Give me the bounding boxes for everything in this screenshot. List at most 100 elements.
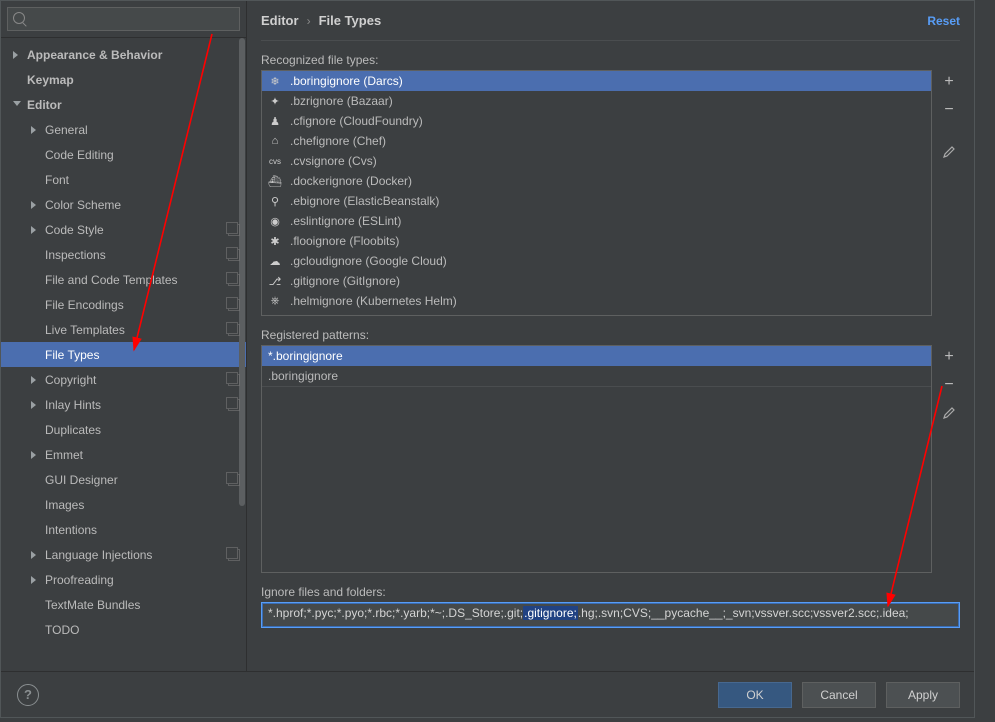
pattern-row[interactable]: *.boringignore [262,346,931,366]
settings-tree[interactable]: Appearance & Behavior Keymap Editor General… [1,38,246,671]
filetype-row[interactable]: ⎇.gitignore (GitIgnore) [262,271,931,291]
project-scope-icon [228,299,240,311]
remove-filetype-button[interactable]: − [939,100,959,120]
ignore-files-input[interactable]: *.hprof;*.pyc;*.pyo;*.rbc;*.yarb;*~;.DS_… [261,602,960,628]
project-scope-icon [228,274,240,286]
settings-sidebar: Appearance & Behavior Keymap Editor General… [1,1,247,671]
filetype-row[interactable]: ⎈ .helmignore (Kubernetes Helm) [262,291,931,311]
tree-item-color-scheme[interactable]: Color Scheme [1,192,246,217]
filetype-label: .dockerignore (Docker) [290,174,412,188]
tree-item-inspections[interactable]: Inspections [1,242,246,267]
tree-item-label: Intentions [45,523,240,537]
tree-caret-icon [31,551,39,559]
pattern-row[interactable]: .boringignore [262,366,931,386]
filetype-icon: ⚲ [268,194,282,208]
project-scope-icon [228,224,240,236]
tree-item-code-editing[interactable]: Code Editing [1,142,246,167]
filetype-row[interactable]: cvs.cvsignore (Cvs) [262,151,931,171]
filetype-label: .eslintignore (ESLint) [290,214,401,228]
tree-item-label: File Encodings [45,298,228,312]
filetype-label: .flooignore (Floobits) [290,234,399,248]
ok-button[interactable]: OK [718,682,792,708]
breadcrumb-parent: Editor [261,13,299,28]
project-scope-icon [228,399,240,411]
tree-item-todo[interactable]: TODO [1,617,246,642]
tree-item-keymap[interactable]: Keymap [1,67,246,92]
reset-link[interactable]: Reset [927,14,960,28]
filetype-row[interactable]: ◉.eslintignore (ESLint) [262,211,931,231]
filetype-icon: cvs [268,154,282,168]
tree-item-label: Live Templates [45,323,228,337]
registered-patterns-list[interactable]: *.boringignore .boringignore [261,345,932,573]
apply-button[interactable]: Apply [886,682,960,708]
filetype-row[interactable]: ☁.gcloudignore (Google Cloud) [262,251,931,271]
tree-item-label: Inspections [45,248,228,262]
filetype-label: .helmignore (Kubernetes Helm) [290,294,457,308]
ignore-files-label: Ignore files and folders: [261,585,960,599]
dialog-button-bar: ? OK Cancel Apply [1,671,974,717]
filetype-label: .gcloudignore (Google Cloud) [290,254,447,268]
filetype-icon: ✱ [268,234,282,248]
filetype-row[interactable]: ⛴.dockerignore (Docker) [262,171,931,191]
add-filetype-button[interactable]: + [939,72,959,92]
tree-item-code-style[interactable]: Code Style [1,217,246,242]
edit-filetype-button[interactable] [939,142,959,162]
tree-item-label: Code Editing [45,148,240,162]
filetype-label: .chefignore (Chef) [290,134,386,148]
cancel-button[interactable]: Cancel [802,682,876,708]
filetype-row[interactable]: ❄.boringignore (Darcs) [262,71,931,91]
help-button[interactable]: ? [17,684,39,706]
filetype-label: .bzrignore (Bazaar) [290,94,393,108]
filetype-row[interactable]: ✦.bzrignore (Bazaar) [262,91,931,111]
tree-item-file-types[interactable]: File Types [1,342,246,367]
tree-item-editor[interactable]: Editor [1,92,246,117]
tree-item-label: TODO [45,623,240,637]
ignore-selected-text: .gitignore; [523,606,578,620]
filetype-row[interactable]: ✱ .flooignore (Floobits) [262,231,931,251]
tree-caret-icon [13,51,21,59]
filetype-row[interactable]: ⚲.ebignore (ElasticBeanstalk) [262,191,931,211]
tree-item-language-injections[interactable]: Language Injections [1,542,246,567]
tree-item-file-encodings[interactable]: File Encodings [1,292,246,317]
tree-item-general[interactable]: General [1,117,246,142]
recognized-filetypes-label: Recognized file types: [261,53,960,67]
tree-item-font[interactable]: Font [1,167,246,192]
tree-caret-icon [31,376,39,384]
tree-item-proofreading[interactable]: Proofreading [1,567,246,592]
tree-item-emmet[interactable]: Emmet [1,442,246,467]
settings-content: Editor › File Types Reset Recognized fil… [247,1,974,671]
settings-search-input[interactable] [7,7,240,31]
ignore-suffix: .hg;.svn;CVS;__pycache__;_svn;vssver.scc… [578,606,909,620]
tree-caret-icon [13,101,21,109]
tree-item-label: Keymap [27,73,240,87]
tree-item-label: Copyright [45,373,228,387]
tree-item-gui-designer[interactable]: GUI Designer [1,467,246,492]
filetype-icon: ⎈ [268,294,282,308]
tree-item-file-and-code-templates[interactable]: File and Code Templates [1,267,246,292]
filetype-label: .boringignore (Darcs) [290,74,403,88]
tree-item-label: File and Code Templates [45,273,228,287]
filetype-label: .gitignore (GitIgnore) [290,274,400,288]
tree-item-label: Editor [27,98,240,112]
add-pattern-button[interactable]: + [939,347,959,367]
tree-item-intentions[interactable]: Intentions [1,517,246,542]
tree-item-inlay-hints[interactable]: Inlay Hints [1,392,246,417]
filetype-row[interactable]: ⌂.chefignore (Chef) [262,131,931,151]
tree-item-copyright[interactable]: Copyright [1,367,246,392]
tree-item-label: Code Style [45,223,228,237]
tree-scrollbar[interactable] [238,38,246,671]
filetype-row[interactable]: ♟.cfignore (CloudFoundry) [262,111,931,131]
recognized-filetypes-list[interactable]: ❄.boringignore (Darcs)✦.bzrignore (Bazaa… [261,70,932,316]
remove-pattern-button[interactable]: − [939,375,959,395]
edit-pattern-button[interactable] [939,403,959,423]
project-scope-icon [228,549,240,561]
tree-item-appearance-behavior[interactable]: Appearance & Behavior [1,42,246,67]
tree-item-duplicates[interactable]: Duplicates [1,417,246,442]
tree-item-images[interactable]: Images [1,492,246,517]
tree-item-textmate-bundles[interactable]: TextMate Bundles [1,592,246,617]
tree-item-label: Images [45,498,240,512]
tree-item-live-templates[interactable]: Live Templates [1,317,246,342]
pattern-label: *.boringignore [268,349,343,363]
tree-caret-icon [31,126,39,134]
tree-item-label: Color Scheme [45,198,240,212]
